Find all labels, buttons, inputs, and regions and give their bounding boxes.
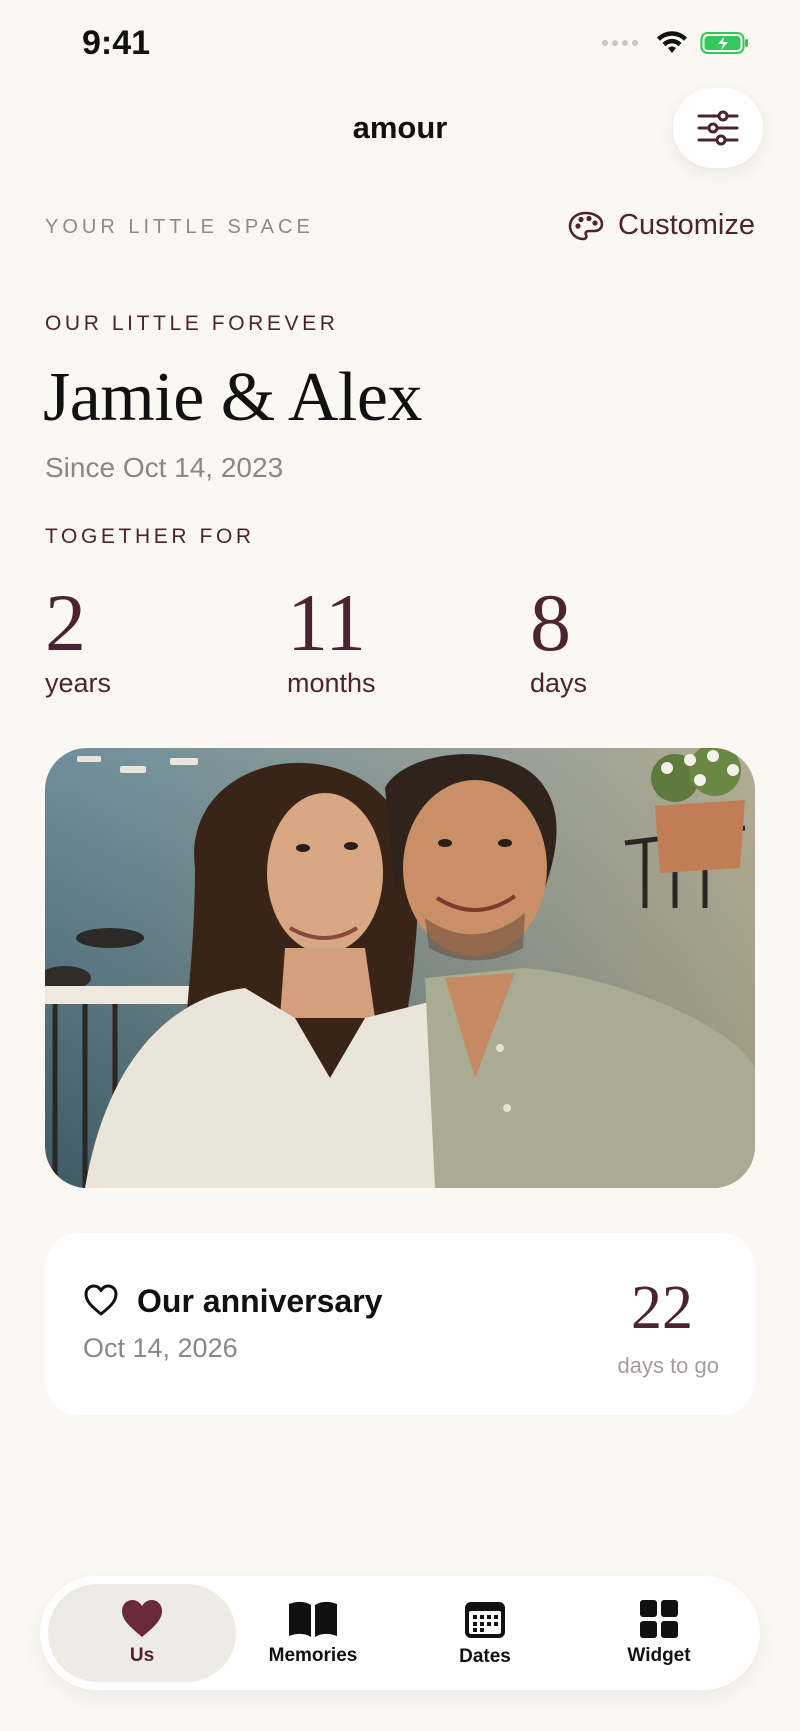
counter-years: 2 years xyxy=(45,578,111,699)
sliders-icon xyxy=(697,110,739,146)
section-label: YOUR LITTLE SPACE xyxy=(45,216,314,238)
tab-widget[interactable]: Widget xyxy=(574,1584,744,1682)
heart-outline-icon xyxy=(84,1284,118,1316)
couple-names: Jamie & Alex xyxy=(43,359,422,436)
days-remaining-label: days to go xyxy=(617,1353,719,1378)
counter-unit: months xyxy=(287,668,376,698)
book-icon xyxy=(289,1601,337,1637)
couple-photo[interactable] xyxy=(45,748,755,1188)
counter-unit: days xyxy=(530,668,588,698)
counter-unit: years xyxy=(45,668,112,698)
tab-label: Dates xyxy=(459,1646,511,1667)
status-bar: 9:41 xyxy=(0,0,800,90)
signal-icon xyxy=(602,40,638,46)
since-date: Since Oct 14, 2023 xyxy=(45,452,284,483)
counter-value: 2 xyxy=(45,577,86,668)
counter-months: 11 months xyxy=(287,578,376,699)
counter-value: 11 xyxy=(287,577,366,668)
tab-label: Us xyxy=(129,1645,155,1666)
app-header: amour xyxy=(0,88,800,168)
tab-label: Widget xyxy=(627,1645,691,1666)
status-icons xyxy=(602,30,750,56)
counter-days: 8 days xyxy=(530,578,587,699)
anniversary-card[interactable]: Our anniversary Oct 14, 2026 22 days to … xyxy=(45,1233,755,1415)
tab-us[interactable]: Us xyxy=(48,1584,236,1682)
tab-label: Memories xyxy=(268,1645,358,1666)
status-time: 9:41 xyxy=(82,24,151,62)
calendar-icon xyxy=(465,1602,505,1638)
days-remaining: 22 xyxy=(631,1274,693,1342)
photo-illustration xyxy=(45,748,755,1188)
together-label: TOGETHER FOR xyxy=(45,525,255,548)
couple-eyebrow: OUR LITTLE FOREVER xyxy=(45,312,339,335)
counter-value: 8 xyxy=(530,577,571,668)
battery-icon xyxy=(700,32,748,54)
grid-icon xyxy=(640,1600,678,1638)
tab-dates[interactable]: Dates xyxy=(400,1584,570,1682)
palette-icon xyxy=(568,211,604,240)
settings-button[interactable] xyxy=(673,88,763,168)
anniversary-title: Our anniversary xyxy=(137,1283,383,1319)
tab-bar: Us Memories Dates Widget xyxy=(40,1576,760,1690)
tab-memories[interactable]: Memories xyxy=(228,1584,398,1682)
anniversary-date: Oct 14, 2026 xyxy=(83,1333,238,1363)
heart-icon xyxy=(122,1600,162,1637)
customize-button[interactable]: Customize xyxy=(568,209,755,242)
customize-label: Customize xyxy=(618,209,755,241)
wifi-icon xyxy=(657,31,687,53)
